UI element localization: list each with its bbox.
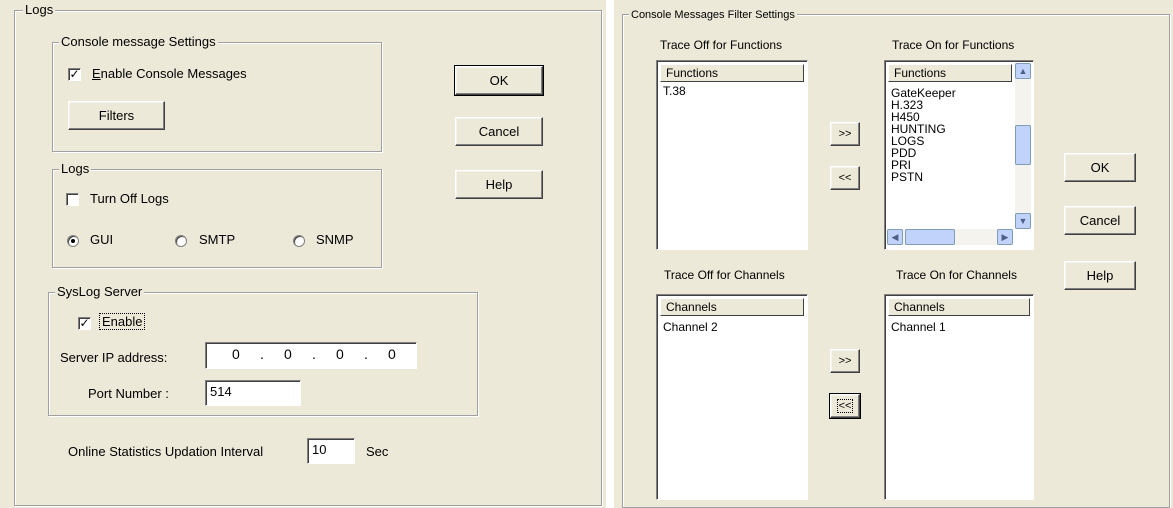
server-ip-field[interactable]: 0 . 0 . 0 . 0 [205,342,417,369]
scroll-up-icon[interactable]: ▲ [1015,63,1031,79]
scroll-right-icon[interactable]: ▶ [997,229,1013,245]
enable-console-checkbox[interactable]: ✓ [68,68,81,81]
interval-unit: Sec [366,444,389,459]
logs-options-title: Logs [59,161,92,177]
list-item[interactable]: T.38 [657,85,807,97]
filter-settings-title: Console Messages Filter Settings [629,7,797,23]
channels-off-list[interactable]: Channels Channel 2 [656,294,808,500]
ip-octet-1[interactable]: 0 [232,347,240,362]
functions-on-list[interactable]: Functions GateKeeper H.323 H450 HUNTING … [884,60,1034,250]
ip-octet-3[interactable]: 0 [336,347,344,362]
hscroll-thumb[interactable] [905,229,955,245]
smtp-radio-label[interactable]: SMTP [199,232,235,247]
ip-dot: . [260,346,264,362]
channels-on-list[interactable]: Channels Channel 1 [884,294,1034,500]
interval-label: Online Statistics Updation Interval [68,444,264,459]
snmp-radio-label[interactable]: SNMP [316,232,354,247]
move-channels-right-button[interactable]: >> [830,349,860,373]
move-functions-right-button[interactable]: >> [830,122,860,146]
functions-on-header[interactable]: Functions [888,64,1012,82]
functions-off-caption: Trace Off for Functions [660,38,783,52]
channels-on-items: Channel 1 [885,321,1033,333]
channels-off-header[interactable]: Channels [660,298,804,316]
list-item[interactable]: Channel 2 [657,321,807,333]
functions-off-header[interactable]: Functions [660,64,804,82]
ip-octet-2[interactable]: 0 [284,347,292,362]
gui-radio-label[interactable]: GUI [90,232,113,247]
functions-on-items: GateKeeper H.323 H450 HUNTING LOGS PDD P… [885,87,1013,183]
gui-radio[interactable] [67,235,79,247]
functions-off-items: T.38 [657,85,807,97]
logs-frame-title: Logs [23,2,56,18]
turn-off-logs-label[interactable]: Turn Off Logs [90,191,169,206]
ip-dot: . [364,346,368,362]
port-number-label: Port Number : [88,386,169,401]
help-button[interactable]: Help [455,170,543,199]
filters-button[interactable]: Filters [68,101,165,130]
channels-off-items: Channel 2 [657,321,807,333]
syslog-enable-checkbox[interactable]: ✓ [78,317,91,330]
ok-button[interactable]: OK [454,65,544,96]
filter-help-button[interactable]: Help [1064,261,1136,290]
list-item[interactable]: Channel 1 [885,321,1033,333]
enable-console-label[interactable]: Enable Console Messages [92,66,247,81]
scroll-left-icon[interactable]: ◀ [887,229,903,245]
functions-on-hscrollbar[interactable]: ◀ ▶ [887,229,1013,245]
logs-options-group: Logs [52,161,382,268]
cancel-button[interactable]: Cancel [455,117,543,146]
syslog-enable-label[interactable]: Enable [98,313,146,330]
filter-cancel-button[interactable]: Cancel [1064,206,1136,235]
functions-on-caption: Trace On for Functions [892,38,1015,52]
list-item[interactable]: PSTN [885,171,1013,183]
server-ip-label: Server IP address: [60,350,168,365]
channels-on-caption: Trace On for Channels [896,268,1017,282]
channels-on-header[interactable]: Channels [888,298,1030,316]
ip-dot: . [312,346,316,362]
filter-ok-button[interactable]: OK [1064,153,1136,182]
smtp-radio[interactable] [175,235,187,247]
console-settings-group: Console message Settings [52,34,382,152]
ip-octet-4[interactable]: 0 [388,347,396,362]
logs-panel: Logs Console message Settings ✓ Enable C… [0,0,606,508]
scroll-thumb[interactable] [1015,125,1031,165]
turn-off-logs-checkbox[interactable] [66,193,79,206]
console-settings-title: Console message Settings [59,34,218,50]
functions-on-vscrollbar[interactable]: ▲ ▼ [1015,63,1031,229]
port-number-field[interactable]: 514 [205,380,301,406]
move-functions-left-button[interactable]: << [830,166,860,190]
filter-settings-panel: Console Messages Filter Settings Trace O… [614,0,1173,508]
scroll-down-icon[interactable]: ▼ [1015,213,1031,229]
channels-off-caption: Trace Off for Channels [664,268,785,282]
move-channels-left-button[interactable]: << [829,393,861,419]
functions-off-list[interactable]: Functions T.38 [656,60,808,250]
syslog-title: SysLog Server [55,284,145,300]
interval-field[interactable]: 10 [307,438,355,464]
snmp-radio[interactable] [293,235,305,247]
